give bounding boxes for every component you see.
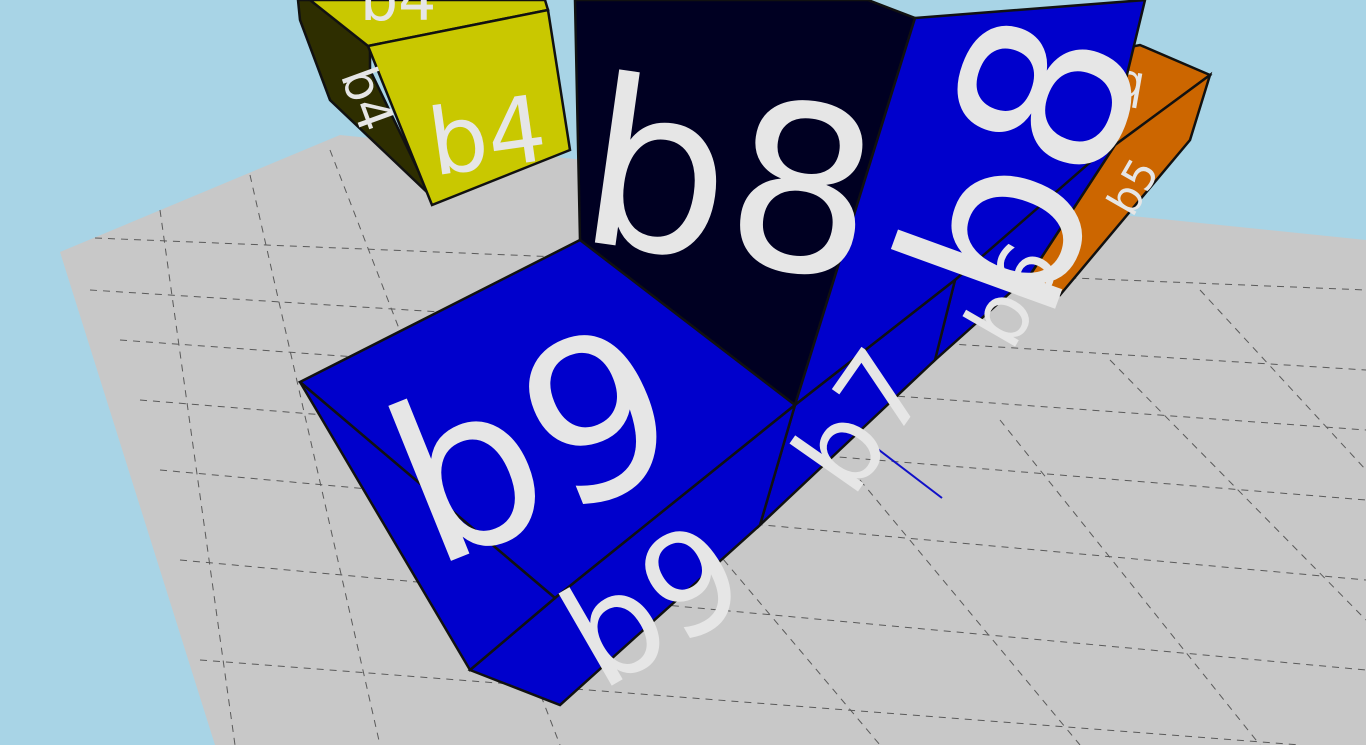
3d-scene-viewport[interactable]: b4 b4 b4 b5 b5 b6 b8 b8 b7 b9 b9: [0, 0, 1366, 745]
block-b4-front-label: b4: [422, 75, 553, 197]
block-b4-top-label: b4: [360, 0, 436, 35]
